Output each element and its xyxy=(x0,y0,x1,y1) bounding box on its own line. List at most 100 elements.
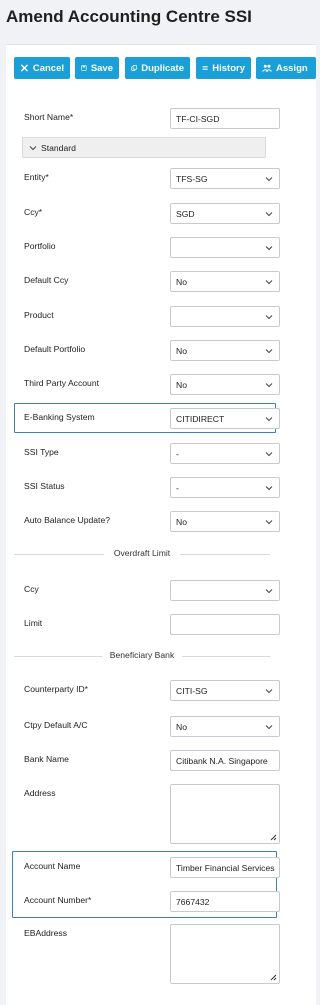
overdraft-ccy-select[interactable] xyxy=(170,580,280,601)
default-portfolio-value: No xyxy=(176,346,187,356)
chevron-down-icon xyxy=(265,452,273,457)
ebanking-system-value: CITIDIRECT xyxy=(176,414,225,424)
account-number-input[interactable]: 7667432 xyxy=(170,891,280,912)
counterparty-id-label: Counterparty ID* xyxy=(24,684,89,694)
ssi-type-value: - xyxy=(176,449,179,459)
assign-button[interactable]: Assign xyxy=(256,57,316,79)
ssi-status-label: SSI Status xyxy=(24,481,65,491)
address-label: Address xyxy=(24,788,56,798)
portfolio-label: Portfolio xyxy=(24,241,56,251)
default-ccy-value: No xyxy=(176,277,187,287)
duplicate-button[interactable]: Duplicate xyxy=(125,57,190,79)
account-name-input[interactable]: Timber Financial Services xyxy=(170,857,280,878)
auto-balance-update-select[interactable]: No xyxy=(170,511,280,532)
row-ebanking-system: E-Banking System CITIDIRECT xyxy=(18,408,280,429)
chevron-down-icon xyxy=(265,589,273,594)
limit-input[interactable] xyxy=(170,614,280,635)
ebaddress-label: EBAddress xyxy=(24,928,67,938)
row-account-name: Account Name Timber Financial Services xyxy=(18,857,280,878)
chevron-down-icon xyxy=(265,315,273,320)
ssi-type-label: SSI Type xyxy=(24,447,59,457)
row-short-name: Short Name* TF-CI-SGD xyxy=(18,108,280,129)
section-standard[interactable]: Standard xyxy=(22,137,266,158)
overdraft-ccy-label: Ccy xyxy=(24,584,39,594)
entity-select[interactable]: TFS-SG xyxy=(170,168,280,189)
ctpy-default-ac-select[interactable]: No xyxy=(170,716,280,737)
chevron-down-icon xyxy=(265,349,273,354)
resize-grip-icon[interactable] xyxy=(268,832,277,841)
chevron-down-icon xyxy=(29,146,37,151)
auto-balance-update-label: Auto Balance Update? xyxy=(24,515,111,525)
row-default-ccy: Default Ccy No xyxy=(18,271,280,292)
account-number-label: Account Number* xyxy=(24,895,92,905)
row-third-party-account: Third Party Account No xyxy=(18,374,280,395)
third-party-account-label: Third Party Account xyxy=(24,378,99,388)
copy-icon xyxy=(131,65,137,71)
ccy-select[interactable]: SGD xyxy=(170,203,280,224)
short-name-label: Short Name* xyxy=(24,112,74,122)
account-name-label: Account Name xyxy=(24,861,81,871)
default-portfolio-label: Default Portfolio xyxy=(24,344,86,354)
users-icon xyxy=(262,64,272,72)
chevron-down-icon xyxy=(265,177,273,182)
product-select[interactable] xyxy=(170,306,280,327)
cancel-button[interactable]: Cancel xyxy=(14,57,70,79)
row-product: Product xyxy=(18,306,280,327)
history-label: History xyxy=(212,62,245,74)
page-title: Amend Accounting Centre SSI xyxy=(6,7,252,26)
default-ccy-select[interactable]: No xyxy=(170,271,280,292)
row-overdraft-ccy: Ccy xyxy=(18,580,280,601)
account-number-value: 7667432 xyxy=(176,897,210,907)
history-button[interactable]: History xyxy=(196,57,251,79)
duplicate-label: Duplicate xyxy=(141,62,184,74)
chevron-down-icon xyxy=(265,280,273,285)
third-party-account-value: No xyxy=(176,380,187,390)
overdraft-heading: Overdraft Limit xyxy=(105,548,179,558)
chevron-down-icon xyxy=(265,520,273,525)
limit-label: Limit xyxy=(24,618,43,628)
ebaddress-textarea[interactable] xyxy=(170,924,280,984)
portfolio-select[interactable] xyxy=(170,237,280,258)
ccy-label: Ccy* xyxy=(24,207,43,217)
list-icon xyxy=(202,66,208,70)
beneficiary-heading: Beneficiary Bank xyxy=(101,650,183,660)
row-ebaddress: EBAddress xyxy=(18,924,280,984)
resize-grip-icon[interactable] xyxy=(268,972,277,981)
chevron-down-icon xyxy=(265,725,273,730)
ssi-type-select[interactable]: - xyxy=(170,443,280,464)
short-name-value: TF-CI-SGD xyxy=(176,114,220,124)
third-party-account-select[interactable]: No xyxy=(170,374,280,395)
row-ccy: Ccy* SGD xyxy=(18,203,280,224)
short-name-input[interactable]: TF-CI-SGD xyxy=(170,108,280,129)
address-textarea[interactable] xyxy=(170,784,280,844)
product-label: Product xyxy=(24,310,54,320)
row-counterparty-id: Counterparty ID* CITI-SG xyxy=(18,680,280,701)
row-bank-name: Bank Name Citibank N.A. Singapore xyxy=(18,750,280,771)
row-entity: Entity* TFS-SG xyxy=(18,168,280,189)
ssi-status-select[interactable]: - xyxy=(170,477,280,498)
row-ssi-type: SSI Type - xyxy=(18,443,280,464)
form-panel: Cancel Save Duplicate History Assign Sho… xyxy=(6,44,316,1005)
save-button[interactable]: Save xyxy=(75,57,119,79)
chevron-down-icon xyxy=(265,212,273,217)
bank-name-input[interactable]: Citibank N.A. Singapore xyxy=(170,750,280,771)
counterparty-id-select[interactable]: CITI-SG xyxy=(170,680,280,701)
auto-balance-update-value: No xyxy=(176,517,187,527)
entity-value: TFS-SG xyxy=(176,174,208,184)
row-portfolio: Portfolio xyxy=(18,237,280,258)
section-standard-label: Standard xyxy=(41,143,76,153)
row-ssi-status: SSI Status - xyxy=(18,477,280,498)
row-default-portfolio: Default Portfolio No xyxy=(18,340,280,361)
entity-label: Entity* xyxy=(24,172,49,182)
row-limit: Limit xyxy=(18,614,280,635)
ebanking-system-select[interactable]: CITIDIRECT xyxy=(170,408,280,429)
cancel-label: Cancel xyxy=(32,62,64,74)
default-ccy-label: Default Ccy xyxy=(24,275,69,285)
save-icon xyxy=(81,65,87,71)
chevron-down-icon xyxy=(265,246,273,251)
counterparty-id-value: CITI-SG xyxy=(176,686,208,696)
overdraft-divider: Overdraft Limit xyxy=(14,548,270,560)
ctpy-default-ac-label: Ctpy Default A/C xyxy=(24,720,88,730)
default-portfolio-select[interactable]: No xyxy=(170,340,280,361)
ssi-status-value: - xyxy=(176,483,179,493)
